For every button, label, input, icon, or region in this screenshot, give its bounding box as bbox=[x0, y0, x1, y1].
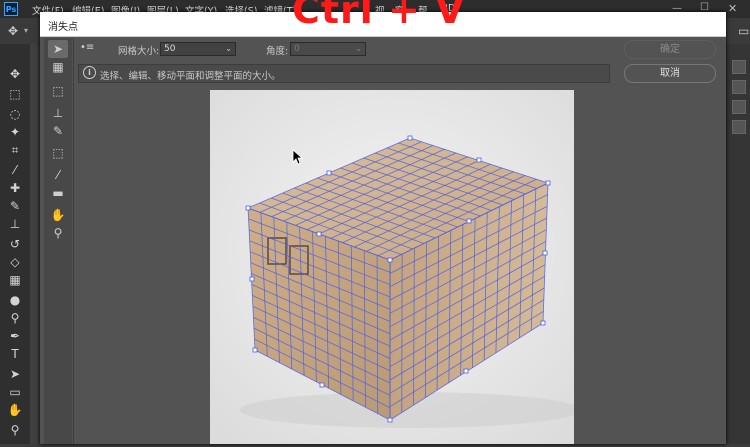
dialog-title: 消失点 bbox=[48, 18, 78, 33]
panel-toggle-3[interactable] bbox=[732, 100, 746, 114]
panel-toggle-1[interactable] bbox=[732, 60, 746, 74]
hand-icon[interactable]: ✋ bbox=[6, 402, 24, 418]
zoom-icon[interactable]: ⚲ bbox=[6, 422, 24, 438]
tool-options-icon[interactable]: •≡ bbox=[80, 42, 94, 53]
panel-toggle-2[interactable] bbox=[732, 80, 746, 94]
marquee-icon[interactable]: ⬚ bbox=[6, 86, 24, 102]
plane-node-handle[interactable] bbox=[320, 383, 324, 387]
ok-button[interactable]: 确定 bbox=[624, 40, 716, 59]
panel-toggle-4[interactable] bbox=[732, 120, 746, 134]
plane-node-handle[interactable] bbox=[464, 369, 468, 373]
info-icon: i bbox=[83, 66, 96, 79]
photo-svg bbox=[210, 90, 574, 444]
shortcut-caption: Ctrl + V bbox=[292, 0, 466, 32]
path-select-icon[interactable]: ➤ bbox=[6, 366, 24, 382]
plane-node-handle[interactable] bbox=[541, 321, 545, 325]
plane-node-handle[interactable] bbox=[388, 258, 392, 262]
eyedropper-icon[interactable]: ⁄ bbox=[6, 162, 24, 178]
plane-node-handle[interactable] bbox=[543, 251, 547, 255]
magic-wand-icon[interactable]: ✦ bbox=[6, 124, 24, 140]
plane-node-handle[interactable] bbox=[477, 158, 481, 162]
grid-size-input[interactable]: 50 ⌄ bbox=[160, 42, 236, 56]
angle-value: 0 bbox=[294, 44, 300, 54]
grid-size-value: 50 bbox=[164, 44, 175, 54]
plane-node-handle[interactable] bbox=[250, 277, 254, 281]
stamp-tool-icon[interactable]: ⊥ bbox=[48, 104, 68, 122]
plane-node-handle[interactable] bbox=[253, 348, 257, 352]
chevron-down-icon[interactable]: ⌄ bbox=[355, 43, 362, 55]
cancel-button[interactable]: 取消 bbox=[624, 64, 716, 83]
box-photo[interactable] bbox=[210, 90, 574, 444]
edit-plane-tool-icon[interactable]: ➤ bbox=[48, 40, 68, 58]
close-icon[interactable]: ✕ bbox=[728, 2, 737, 15]
eyedropper-tool-icon[interactable]: ⁄ bbox=[48, 166, 68, 184]
transform-tool-icon[interactable]: ⬚ bbox=[48, 144, 68, 162]
chevron-down-icon[interactable]: ⌄ bbox=[225, 43, 232, 55]
plane-node-handle[interactable] bbox=[408, 136, 412, 140]
measure-tool-icon[interactable]: ▬ bbox=[48, 184, 68, 202]
brush-tool-icon[interactable]: ✎ bbox=[48, 122, 68, 140]
eraser-icon[interactable]: ◇ bbox=[6, 254, 24, 270]
type-icon[interactable]: T bbox=[6, 346, 24, 362]
create-plane-tool-icon[interactable]: ▦ bbox=[48, 58, 68, 76]
chevron-down-icon[interactable]: ▾ bbox=[24, 26, 28, 35]
toolbar-strip bbox=[30, 44, 38, 444]
mouse-cursor bbox=[292, 149, 304, 165]
plane-node-handle[interactable] bbox=[467, 219, 471, 223]
move-icon[interactable]: ✥ bbox=[6, 66, 24, 82]
brush-icon[interactable]: ✎ bbox=[6, 198, 24, 214]
angle-input[interactable]: 0 ⌄ bbox=[290, 42, 366, 56]
plane-node-handle[interactable] bbox=[546, 181, 550, 185]
gradient-icon[interactable]: ▦ bbox=[6, 272, 24, 288]
pen-icon[interactable]: ✒ bbox=[6, 328, 24, 344]
history-brush-icon[interactable]: ↺ bbox=[6, 236, 24, 252]
lasso-icon[interactable]: ◌ bbox=[6, 106, 24, 122]
plane-node-handle[interactable] bbox=[327, 171, 331, 175]
hand-tool-icon[interactable]: ✋ bbox=[48, 206, 68, 224]
angle-label: 角度: bbox=[266, 43, 288, 57]
photoshop-logo: Ps bbox=[4, 2, 18, 16]
blur-icon[interactable]: ● bbox=[6, 292, 24, 308]
stamp-icon[interactable]: ⊥ bbox=[6, 216, 24, 232]
move-tool-icon[interactable]: ✥ bbox=[8, 24, 18, 38]
zoom-tool-icon[interactable]: ⚲ bbox=[48, 224, 68, 242]
dodge-icon[interactable]: ⚲ bbox=[6, 310, 24, 326]
plane-node-handle[interactable] bbox=[317, 232, 321, 236]
info-text: 选择、编辑、移动平面和调整平面的大小。 bbox=[100, 68, 281, 82]
crop-icon[interactable]: ⌗ bbox=[6, 142, 24, 158]
workspace-icon[interactable]: ▭ bbox=[738, 24, 749, 38]
shape-icon[interactable]: ▭ bbox=[6, 384, 24, 400]
plane-node-handle[interactable] bbox=[246, 206, 250, 210]
healing-icon[interactable]: ✚ bbox=[6, 180, 24, 196]
plane-node-handle[interactable] bbox=[388, 418, 392, 422]
marquee-tool-icon[interactable]: ⬚ bbox=[48, 82, 68, 100]
grid-size-label: 网格大小: bbox=[118, 43, 159, 57]
